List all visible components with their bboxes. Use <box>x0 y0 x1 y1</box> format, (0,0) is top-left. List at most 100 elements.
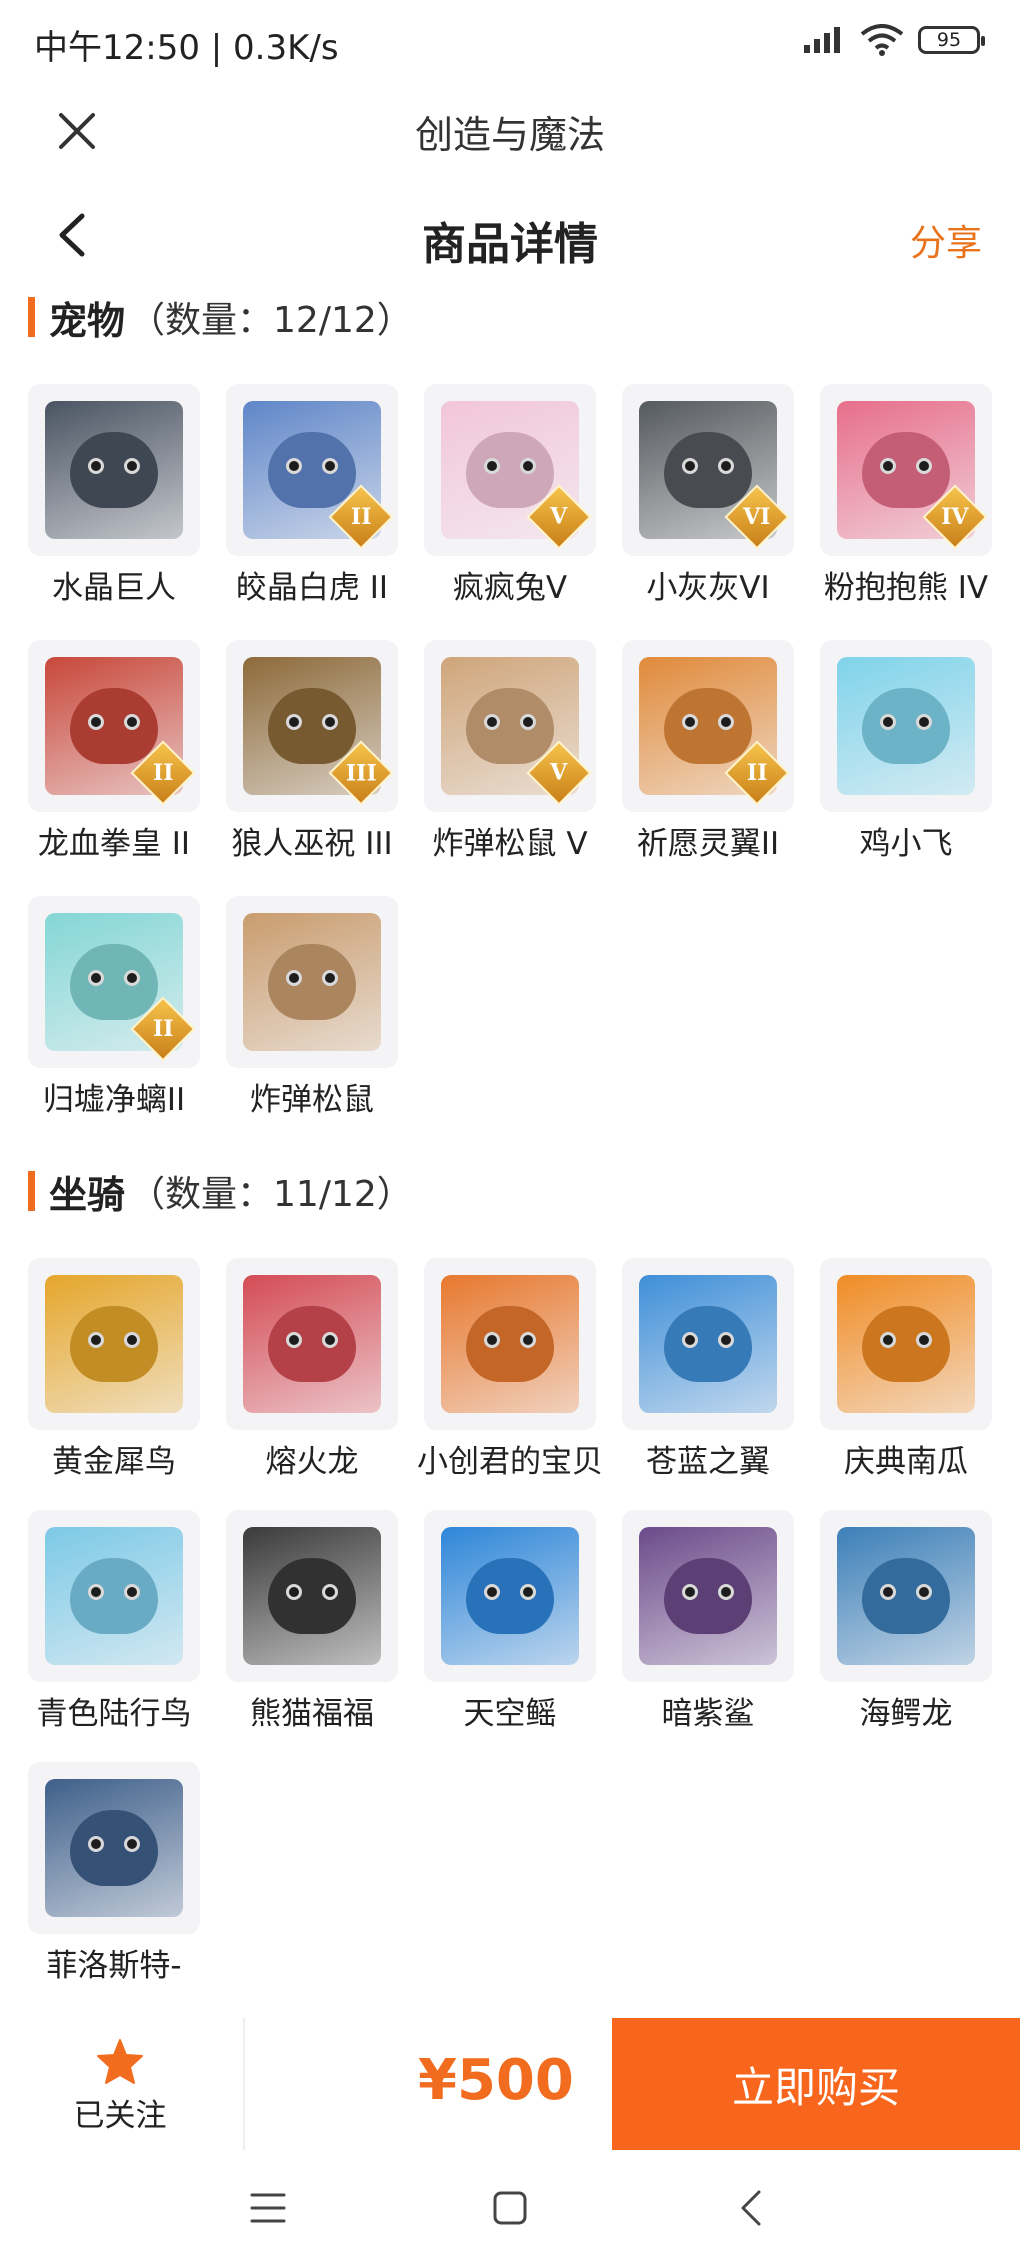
eye <box>916 1584 932 1600</box>
item-label: 苍蓝之翼 <box>646 1444 770 1480</box>
item-thumbnail <box>28 1258 200 1430</box>
character-face-icon <box>664 688 752 764</box>
grid-item[interactable]: 熊猫福福 <box>226 1510 398 1736</box>
item-label: 暗紫鲨 <box>661 1696 755 1732</box>
item-artwork-icon <box>837 1275 975 1413</box>
item-thumbnail <box>820 640 992 812</box>
grid-item[interactable]: V 炸弹松鼠 V <box>424 640 596 866</box>
character-face-icon <box>70 432 158 508</box>
grid-item[interactable]: 庆典南瓜 <box>820 1258 992 1484</box>
eye <box>322 970 338 986</box>
eye <box>880 1584 896 1600</box>
grid-item[interactable]: 熔火龙 <box>226 1258 398 1484</box>
grid-item[interactable]: II 龙血拳皇 II <box>28 640 200 866</box>
item-thumbnail: III <box>226 640 398 812</box>
item-thumbnail <box>424 1258 596 1430</box>
character-face-icon <box>268 1558 356 1634</box>
rank-label: II <box>152 1016 174 1042</box>
item-label: 青色陆行鸟 <box>36 1696 192 1732</box>
grid-item[interactable]: 天空鳐 <box>424 1510 596 1736</box>
eye <box>124 1332 140 1348</box>
share-button[interactable]: 分享 <box>910 214 982 266</box>
back-nav-button[interactable] <box>720 2178 780 2238</box>
item-thumbnail: II <box>622 640 794 812</box>
rank-label: V <box>550 503 568 530</box>
eye <box>520 458 536 474</box>
item-label: 龙血拳皇 II <box>37 826 191 862</box>
item-label: 天空鳐 <box>463 1696 557 1732</box>
item-thumbnail <box>622 1258 794 1430</box>
eye <box>322 1332 338 1348</box>
item-thumbnail <box>226 1510 398 1682</box>
grid-item[interactable]: III 狼人巫祝 III <box>226 640 398 866</box>
item-artwork-icon <box>45 1527 183 1665</box>
item-label: 熔火龙 <box>265 1444 359 1480</box>
eye <box>682 1332 698 1348</box>
item-thumbnail: IV <box>820 384 992 556</box>
pets-section-title: 宠物 （数量：12/12） <box>28 292 413 343</box>
character-face-icon <box>862 688 950 764</box>
item-thumbnail: II <box>28 640 200 812</box>
grid-item[interactable]: 鸡小飞 <box>820 640 992 866</box>
eye <box>718 1584 734 1600</box>
back-triangle-icon <box>741 2190 761 2226</box>
character-face-icon <box>466 1306 554 1382</box>
grid-item[interactable]: II 皎晶白虎 II <box>226 384 398 610</box>
character-face-icon <box>70 1558 158 1634</box>
eye <box>718 458 734 474</box>
item-artwork-icon <box>441 1275 579 1413</box>
grid-item[interactable]: 青色陆行鸟 <box>28 1510 200 1736</box>
status-bar: 中午12:50 | 0.3K/s 95 <box>0 0 1020 86</box>
grid-item[interactable]: 炸弹松鼠 <box>226 896 398 1122</box>
character-face-icon <box>862 1558 950 1634</box>
mounts-section-title: 坐骑 （数量：11/12） <box>28 1166 413 1217</box>
character-face-icon <box>268 944 356 1020</box>
grid-item[interactable]: VI 小灰灰VI <box>622 384 794 610</box>
grid-item[interactable]: IV 粉抱抱熊 IV <box>820 384 992 610</box>
item-label: 菲洛斯特- <box>46 1948 182 1984</box>
follow-button[interactable]: 已关注 <box>40 2038 200 2135</box>
item-artwork-icon <box>639 1527 777 1665</box>
item-thumbnail: V <box>424 640 596 812</box>
mounts-grid: 黄金犀鸟 熔火龙 小创君的宝贝 苍蓝之翼 庆典南瓜青色陆行鸟 熊猫福福 天空鳐 暗紫鲨 海鳄龙菲… <box>28 1258 998 1988</box>
eye <box>520 714 536 730</box>
grid-item[interactable]: 黄金犀鸟 <box>28 1258 200 1484</box>
item-thumbnail <box>226 896 398 1068</box>
eye <box>124 970 140 986</box>
battery-icon: 95 <box>918 26 985 54</box>
item-thumbnail: II <box>28 896 200 1068</box>
buy-now-button[interactable]: 立即购买 <box>612 2018 1020 2150</box>
grid-item[interactable]: II 祈愿灵翼II <box>622 640 794 866</box>
eye <box>124 458 140 474</box>
star-icon <box>97 2039 143 2084</box>
item-label: 黄金犀鸟 <box>52 1444 176 1480</box>
eye <box>682 1584 698 1600</box>
home-nav-button[interactable] <box>480 2178 540 2238</box>
item-thumbnail <box>28 384 200 556</box>
grid-item[interactable]: 小创君的宝贝 <box>417 1258 603 1484</box>
section-count: （数量：11/12） <box>129 1174 413 1215</box>
grid-item[interactable]: 暗紫鲨 <box>622 1510 794 1736</box>
item-artwork-icon <box>45 401 183 539</box>
item-label: 庆典南瓜 <box>844 1444 968 1480</box>
item-thumbnail <box>622 1510 794 1682</box>
grid-item[interactable]: 海鳄龙 <box>820 1510 992 1736</box>
grid-item[interactable]: V 疯疯兔V <box>424 384 596 610</box>
item-label: 粉抱抱熊 IV <box>823 570 989 606</box>
grid-item[interactable]: 菲洛斯特- <box>28 1762 200 1988</box>
item-artwork-icon <box>243 1275 381 1413</box>
grid-item[interactable]: II 归墟净螭II <box>28 896 200 1122</box>
item-artwork-icon <box>639 1275 777 1413</box>
system-nav-bar <box>0 2150 1020 2267</box>
item-artwork-icon <box>837 1527 975 1665</box>
grid-item[interactable]: 水晶巨人 <box>28 384 200 610</box>
character-face-icon <box>70 688 158 764</box>
grid-item[interactable]: 苍蓝之翼 <box>622 1258 794 1484</box>
menu-nav-button[interactable] <box>238 2178 298 2238</box>
item-label: 水晶巨人 <box>52 570 176 606</box>
rank-label: II <box>350 504 372 530</box>
eye <box>124 1584 140 1600</box>
section-name: 坐骑 <box>49 1172 126 1217</box>
eye <box>520 1584 536 1600</box>
section-name: 宠物 <box>49 298 126 343</box>
